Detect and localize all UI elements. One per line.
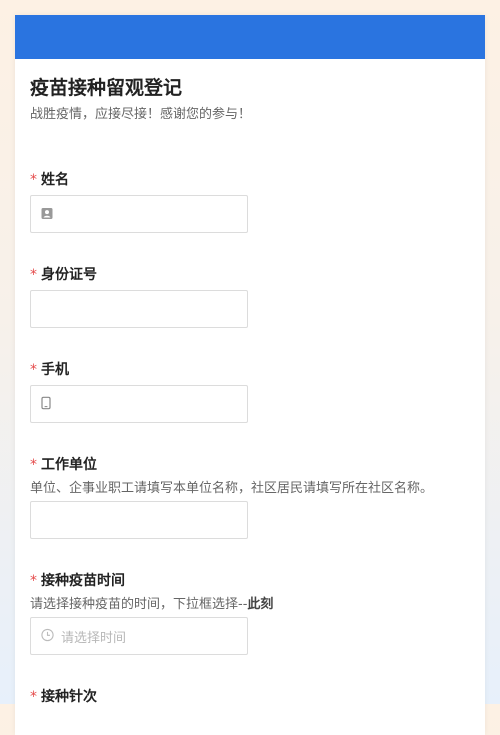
required-marker: *	[30, 573, 37, 589]
field-time-description-bold: 此刻	[247, 597, 274, 612]
field-phone: * 手机	[30, 361, 470, 423]
required-marker: *	[30, 457, 37, 473]
field-work-description: 单位、企事业职工请填写本单位名称，社区居民请填写所在社区名称。	[30, 481, 434, 496]
field-time-description-text: 请选择接种疫苗的时间，下拉框选择--	[30, 597, 248, 612]
mobile-phone-icon	[41, 395, 51, 414]
clock-icon	[41, 627, 54, 646]
field-phone-label-text: 手机	[41, 362, 69, 378]
field-dose-label: * 接种针次	[30, 688, 470, 706]
required-marker: *	[30, 689, 37, 705]
contact-card-icon	[41, 205, 53, 224]
time-picker[interactable]: 请选择时间	[30, 617, 248, 655]
required-marker: *	[30, 362, 37, 378]
phone-input[interactable]	[30, 385, 248, 423]
field-idcard-label: * 身份证号	[30, 266, 470, 284]
form-header-bar	[15, 15, 485, 59]
field-phone-label: * 手机	[30, 361, 470, 379]
form-subtitle: 战胜疫情，应接尽接！感谢您的参与！	[30, 107, 252, 122]
field-work-label-text: 工作单位	[41, 457, 97, 473]
field-name-label: * 姓名	[30, 171, 470, 189]
field-dose: * 接种针次	[30, 688, 470, 706]
idcard-input[interactable]	[30, 290, 248, 328]
field-time-label-text: 接种疫苗时间	[41, 573, 125, 589]
form-title: 疫苗接种留观登记	[30, 77, 183, 99]
field-dose-label-text: 接种针次	[41, 689, 97, 705]
field-work-label: * 工作单位	[30, 456, 470, 474]
field-idcard: * 身份证号	[30, 266, 470, 328]
field-name-label-text: 姓名	[41, 172, 69, 188]
time-placeholder: 请选择时间	[61, 630, 127, 646]
form-card: 疫苗接种留观登记 战胜疫情，应接尽接！感谢您的参与！ * 姓名 * 身份证号 *…	[15, 15, 485, 735]
required-marker: *	[30, 267, 37, 283]
field-idcard-label-text: 身份证号	[41, 267, 97, 283]
required-marker: *	[30, 172, 37, 188]
field-work: * 工作单位 单位、企事业职工请填写本单位名称，社区居民请填写所在社区名称。	[30, 456, 470, 539]
field-time: * 接种疫苗时间 请选择接种疫苗的时间，下拉框选择--此刻 请选择时间	[30, 572, 470, 655]
field-time-description: 请选择接种疫苗的时间，下拉框选择--此刻	[30, 596, 470, 614]
form-content: 疫苗接种留观登记 战胜疫情，应接尽接！感谢您的参与！ * 姓名 * 身份证号 *…	[15, 59, 485, 706]
field-time-label: * 接种疫苗时间	[30, 572, 470, 590]
field-name: * 姓名	[30, 171, 470, 233]
work-input[interactable]	[30, 501, 248, 539]
name-input[interactable]	[30, 195, 248, 233]
